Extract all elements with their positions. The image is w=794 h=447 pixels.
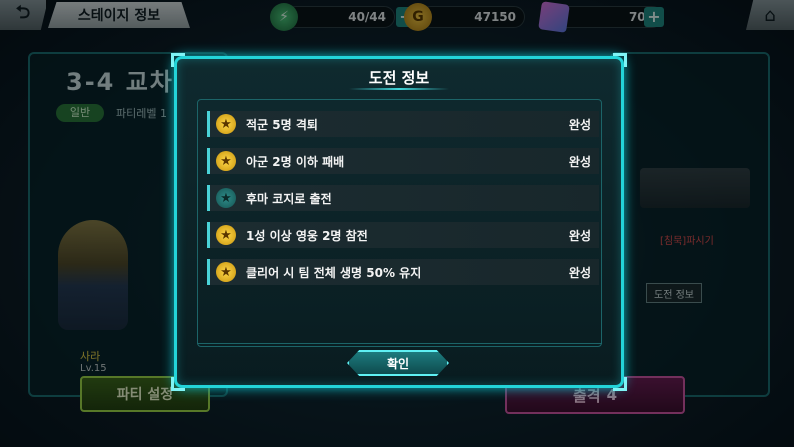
frame-corner xyxy=(171,377,185,391)
star-unachieved-icon: ★ xyxy=(216,188,236,208)
mission-text: 후마 코지로 출전 xyxy=(246,191,332,206)
star-achieved-icon: ★ xyxy=(216,262,236,282)
mission-row: ★ 적군 5명 격퇴 완성 xyxy=(207,111,599,137)
mission-status: 완성 xyxy=(568,228,591,243)
mission-text: 클리어 시 팀 전체 생명 50% 유지 xyxy=(246,265,422,280)
star-achieved-icon: ★ xyxy=(216,151,236,171)
mission-list: ★ 적군 5명 격퇴 완성 ★ 아군 2명 이하 패배 완성 ★ 후마 코지로 … xyxy=(207,111,599,296)
mission-text: 1성 이상 영웅 2명 참전 xyxy=(246,228,368,243)
mission-row: ★ 클리어 시 팀 전체 생명 50% 유지 완성 xyxy=(207,259,599,285)
confirm-button[interactable]: 확인 xyxy=(347,350,449,376)
title-divider xyxy=(349,88,449,90)
challenge-info-dialog: 도전 정보 ★ 적군 5명 격퇴 완성 ★ 아군 2명 이하 패배 완성 ★ 후… xyxy=(171,53,627,391)
mission-row: ★ 후마 코지로 출전 xyxy=(207,185,599,211)
mission-row: ★ 아군 2명 이하 패배 완성 xyxy=(207,148,599,174)
frame-corner xyxy=(613,377,627,391)
mission-text: 적군 5명 격퇴 xyxy=(246,117,318,132)
star-achieved-icon: ★ xyxy=(216,114,236,134)
star-achieved-icon: ★ xyxy=(216,225,236,245)
mission-text: 아군 2명 이하 패배 xyxy=(246,154,345,169)
mission-row: ★ 1성 이상 영웅 2명 참전 완성 xyxy=(207,222,599,248)
footer-divider xyxy=(197,343,602,344)
mission-status: 완성 xyxy=(568,117,591,132)
mission-status: 완성 xyxy=(568,265,591,280)
dialog-title: 도전 정보 xyxy=(368,68,430,87)
mission-status: 완성 xyxy=(568,154,591,169)
